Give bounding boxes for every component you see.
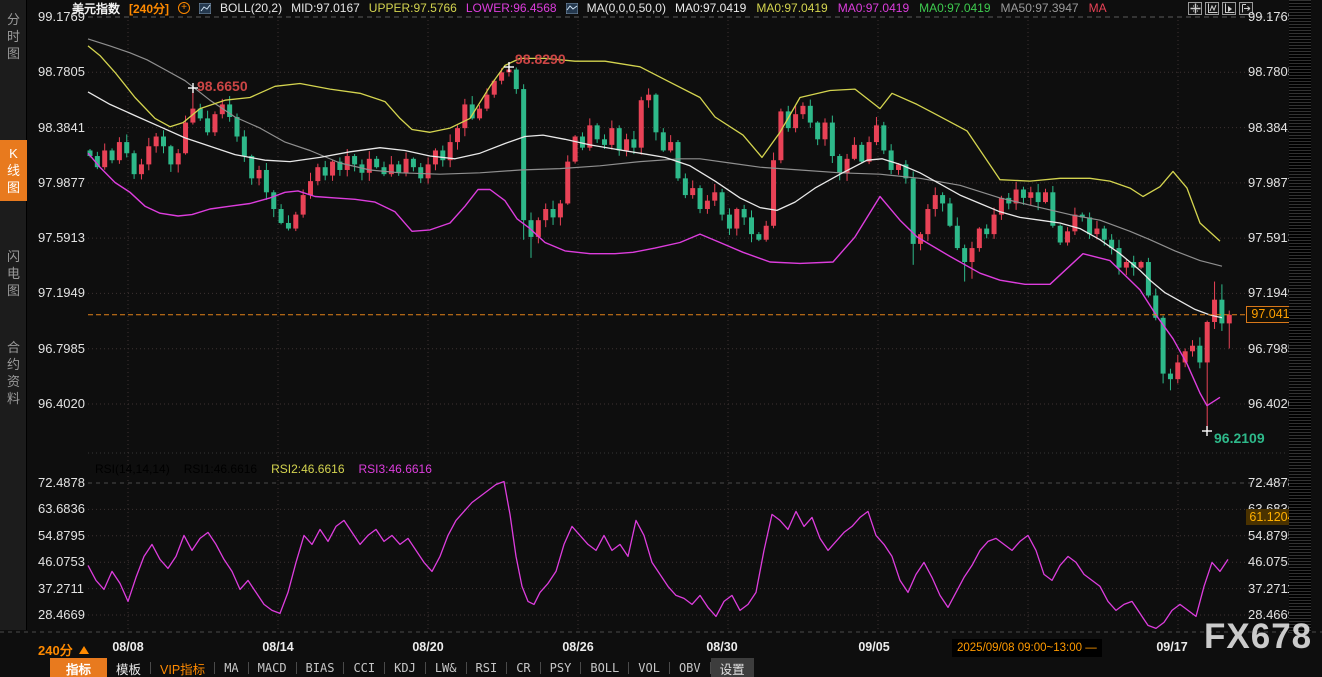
tab-OBV[interactable]: OBV: [670, 660, 710, 676]
axis-label: 97.1949: [38, 285, 85, 300]
tab-PSY[interactable]: PSY: [541, 660, 581, 676]
tab-VIP指标[interactable]: VIP指标: [151, 658, 214, 677]
axis-label: 72.4878: [38, 475, 85, 490]
rsi-header: RSI(14,14,14) RSI1:46.6616 RSI2:46.6616 …: [95, 462, 432, 476]
date-label: 09/17: [1156, 640, 1187, 654]
timeframe-label[interactable]: 240分: [38, 640, 89, 659]
tab-CR[interactable]: CR: [507, 660, 539, 676]
rsi3-value: RSI3:46.6616: [359, 462, 432, 476]
tab-MA[interactable]: MA: [215, 660, 247, 676]
sidebar-item-3[interactable]: 合约资料: [0, 334, 27, 412]
period-badge: [240分]: [129, 0, 169, 17]
ma-value-5: MA: [1089, 1, 1107, 15]
ma-value-4: MA50:97.3947: [1001, 1, 1079, 15]
axis-label: 98.7805: [1248, 64, 1295, 79]
axis-label: 96.4020: [1248, 396, 1295, 411]
bottom-toolbar: 指标模板VIP指标MAMACDBIASCCIKDJLW&RSICRPSYBOLL…: [50, 659, 754, 677]
axis-label: 72.4878: [1248, 475, 1295, 490]
axis-label: 97.9877: [38, 175, 85, 190]
indicator-header: 美元指数 [240分] + BOLL(20,2) MID:97.0167 UPP…: [72, 1, 1107, 15]
time-axis-zoom-icon[interactable]: [1222, 2, 1236, 15]
rsi-label: RSI(14,14,14): [95, 462, 170, 476]
tab-MACD[interactable]: MACD: [249, 660, 296, 676]
axis-label: 97.1949: [1248, 285, 1295, 300]
axis-label: 99.1769: [38, 9, 85, 24]
trading-app: 98.6650 98.8290 96.2109 分时图 K线图闪电图合约资料 美元指数…: [0, 0, 1322, 677]
axis-label: 54.8795: [1248, 528, 1295, 543]
svg-text:98.6650: 98.6650: [197, 78, 248, 94]
tab-LW&[interactable]: LW&: [426, 660, 466, 676]
rsi1-value: RSI1:46.6616: [184, 462, 257, 476]
svg-text:98.8290: 98.8290: [515, 51, 566, 67]
tab-模板[interactable]: 模板: [107, 658, 150, 677]
boll-mid-value: MID:97.0167: [291, 1, 360, 15]
x-axis: 240分 2025/09/08 09:00~13:00 — 08/08 08/14…: [0, 639, 1322, 658]
axis-label: 46.0753: [1248, 554, 1295, 569]
axis-label: 37.2711: [38, 581, 84, 596]
boll-chart-icon[interactable]: [199, 3, 211, 14]
axis-label: 98.7805: [38, 64, 85, 79]
pan-icon[interactable]: [1188, 2, 1202, 15]
tab-VOL[interactable]: VOL: [629, 660, 669, 676]
axis-label: 37.2711: [1248, 581, 1294, 596]
sidebar-item-2[interactable]: 闪电图: [0, 243, 27, 304]
axis-label: 54.8795: [38, 528, 85, 543]
date-label: 08/08: [112, 640, 143, 654]
axis-label: 96.7985: [38, 341, 85, 356]
rsi2-value: RSI2:46.6616: [271, 462, 344, 476]
date-label: 08/26: [562, 640, 593, 654]
axis-label: 99.1769: [1248, 9, 1295, 24]
boll-label: BOLL(20,2): [220, 1, 282, 15]
date-label: 08/20: [412, 640, 443, 654]
time-range-tooltip: 2025/09/08 09:00~13:00 —: [952, 639, 1102, 657]
axis-label: 97.5913: [38, 230, 85, 245]
ma-chart-icon[interactable]: [566, 3, 578, 14]
tab-KDJ[interactable]: KDJ: [385, 660, 425, 676]
svg-text:96.2109: 96.2109: [1214, 430, 1265, 446]
candlestick-chart[interactable]: 98.6650 98.8290 96.2109: [0, 0, 1322, 638]
window-controls: [1188, 2, 1253, 15]
ma-values: MA0:97.0419 MA0:97.0419 MA0:97.0419 MA0:97.…: [675, 1, 1107, 15]
sidebar: 分时图 K线图闪电图合约资料: [0, 0, 27, 630]
axis-label: 97.5913: [1248, 230, 1295, 245]
sidebar-item-0[interactable]: 分时图: [0, 6, 27, 67]
axis-label: 96.4020: [38, 396, 85, 411]
date-label: 08/14: [262, 640, 293, 654]
tab-CCI[interactable]: CCI: [344, 660, 384, 676]
ma-value-0: MA0:97.0419: [675, 1, 746, 15]
axis-label: 28.4669: [38, 607, 85, 622]
date-label: 08/30: [706, 640, 737, 654]
axis-label: 96.7985: [1248, 341, 1295, 356]
right-stripe-bar: [1289, 0, 1311, 632]
ma-value-2: MA0:97.0419: [838, 1, 909, 15]
sidebar-item-1[interactable]: K线图: [0, 140, 27, 201]
add-indicator-icon[interactable]: +: [178, 2, 190, 14]
ma-label: MA(0,0,0,50,0): [587, 1, 666, 15]
ma-value-1: MA0:97.0419: [756, 1, 827, 15]
tab-指标[interactable]: 指标: [50, 658, 107, 677]
watermark: FX678: [1204, 617, 1312, 657]
price-axis-zoom-icon[interactable]: [1205, 2, 1219, 15]
axis-label: 46.0753: [38, 554, 85, 569]
boll-lower-value: LOWER:96.4568: [466, 1, 557, 15]
tab-RSI[interactable]: RSI: [467, 660, 507, 676]
triangle-up-icon: [79, 646, 89, 654]
tab-BOLL[interactable]: BOLL: [581, 660, 628, 676]
tab-设置[interactable]: 设置: [711, 658, 754, 677]
axis-label: 97.9877: [1248, 175, 1295, 190]
axis-label: 98.3841: [38, 120, 85, 135]
axis-label: 98.3841: [1248, 120, 1295, 135]
ma-value-3: MA0:97.0419: [919, 1, 990, 15]
tab-BIAS[interactable]: BIAS: [297, 660, 344, 676]
date-label: 09/05: [858, 640, 889, 654]
axis-label: 63.6836: [38, 501, 85, 516]
boll-upper-value: UPPER:97.5766: [369, 1, 457, 15]
